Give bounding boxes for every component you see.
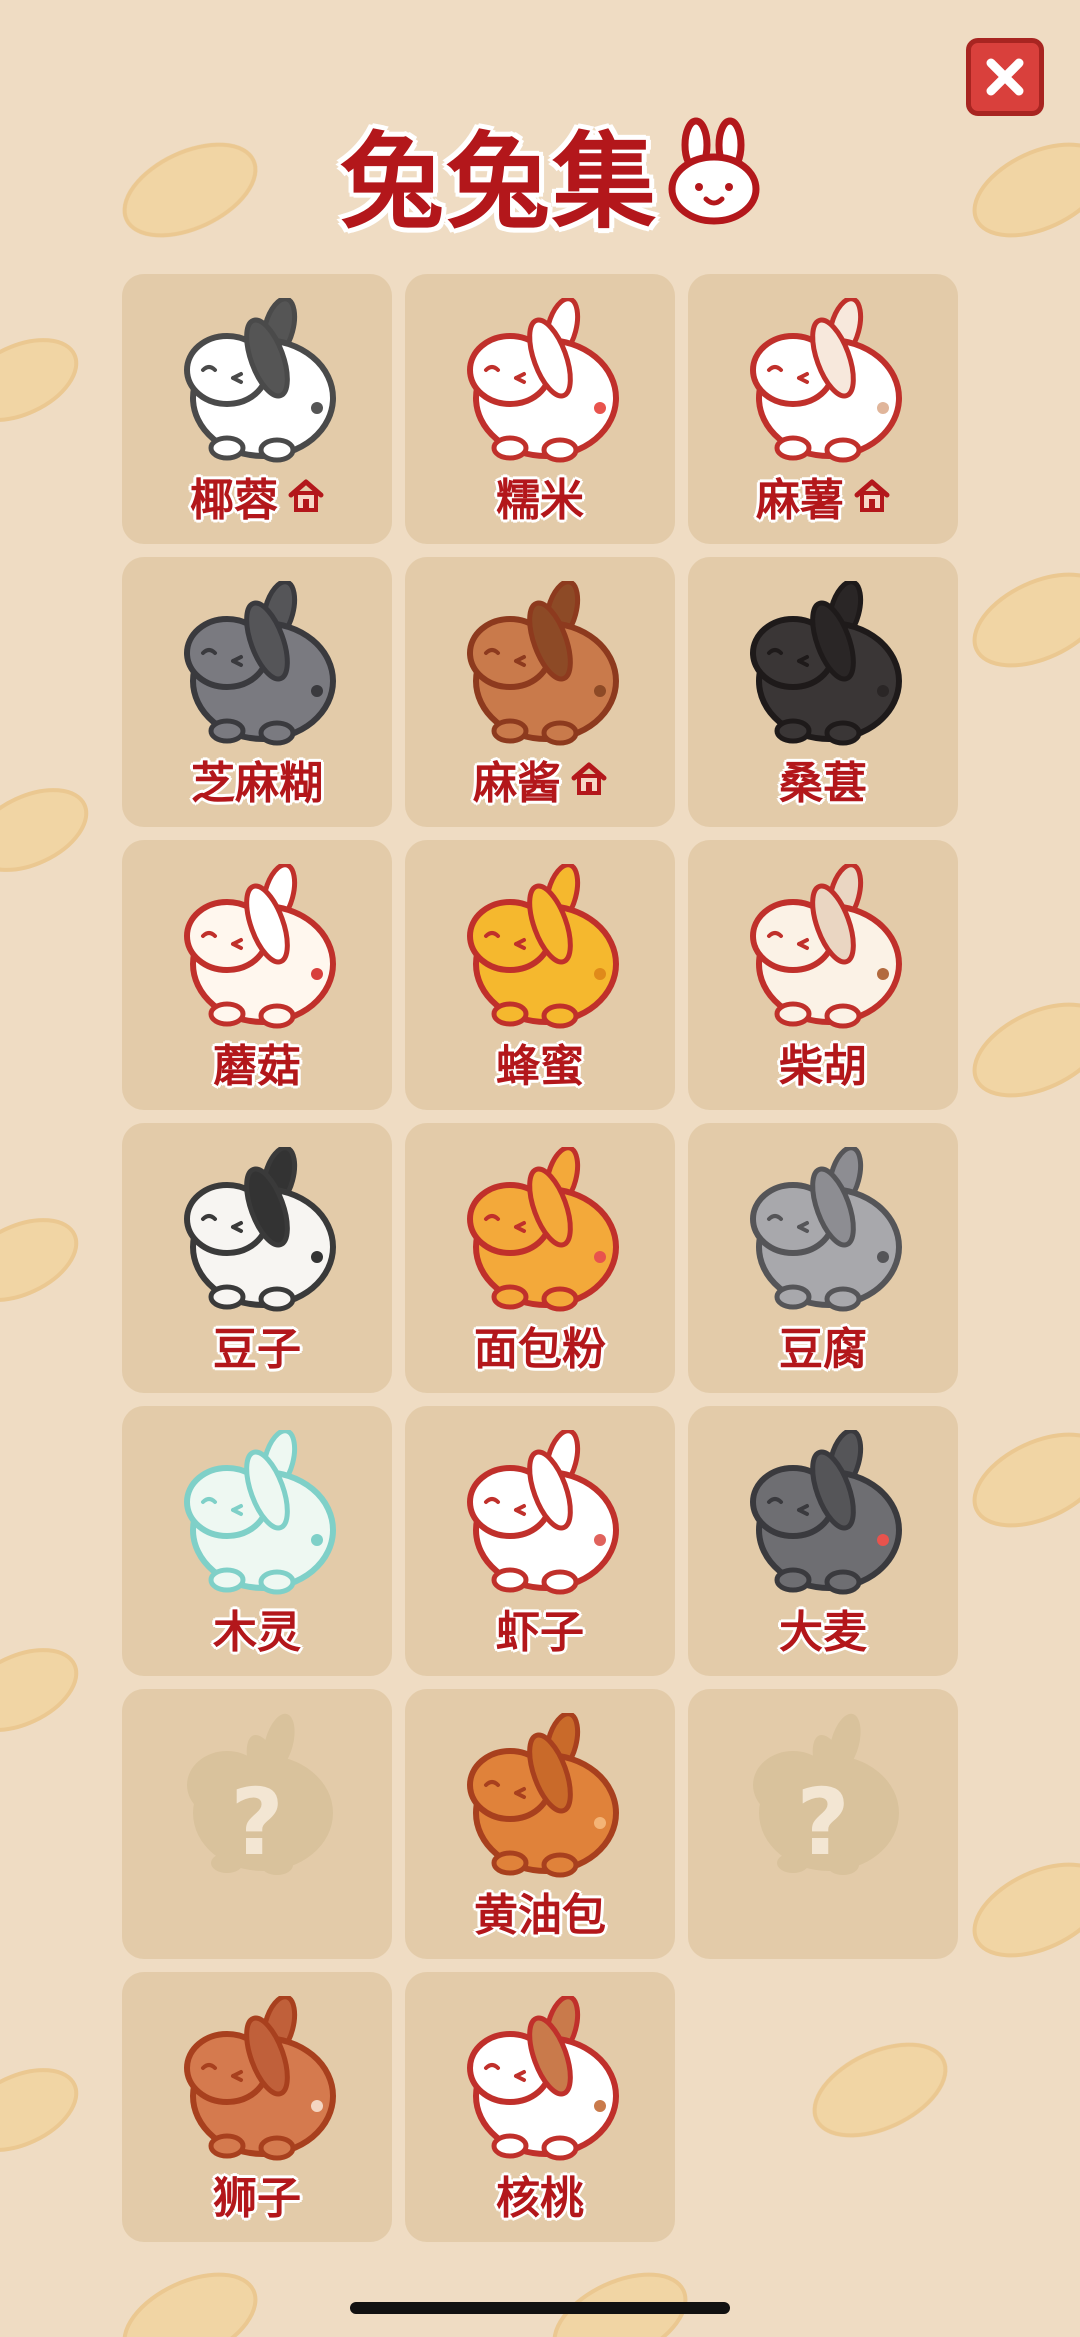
bunny-name-text: 糯米 [496, 475, 584, 526]
bunny-card[interactable]: 木灵 [122, 1406, 392, 1676]
close-button[interactable] [966, 38, 1044, 116]
bunny-name-label: 桑葚 [688, 747, 958, 811]
bunny-icon [750, 864, 902, 1029]
bunny-name-label: 麻薯 [688, 464, 958, 528]
question-mark-icon: ? [230, 1769, 284, 1876]
bunny-name-label: 蜂蜜 [405, 1030, 675, 1094]
bunny-card[interactable]: 核桃 [405, 1972, 675, 2242]
bunny-icon [467, 1147, 619, 1312]
bunny-name-text: 柴胡 [779, 1041, 867, 1092]
bunny-card[interactable]: 桑葚 [688, 557, 958, 827]
bunny-icon [467, 1713, 619, 1878]
bunny-name-text: 芝麻糊 [191, 758, 323, 809]
home-icon [571, 762, 607, 795]
bunny-icon [184, 1430, 336, 1595]
bunny-card[interactable]: 柴胡 [688, 840, 958, 1110]
bunny-card[interactable]: 麻薯 [688, 274, 958, 544]
bunny-icon [750, 581, 902, 746]
bunny-name-text: 豆子 [213, 1324, 301, 1375]
bunny-name-label: 大麦 [688, 1596, 958, 1660]
bunny-name-text: 蜂蜜 [496, 1041, 584, 1092]
bunny-collection-grid: 椰蓉 糯米 麻薯 芝麻糊 麻酱 桑葚 蘑菇 蜂蜜 柴胡 豆子 面包粉 豆腐 木灵… [122, 274, 959, 2242]
bunny-name-text: 大麦 [779, 1607, 867, 1658]
question-mark-icon: ? [796, 1769, 850, 1876]
bunny-name-text: 豆腐 [779, 1324, 867, 1375]
bunny-name-label: 木灵 [122, 1596, 392, 1660]
bunny-name-text: 麻酱 [473, 758, 561, 809]
bunny-card[interactable]: 蘑菇 [122, 840, 392, 1110]
bunny-name-label: 糯米 [405, 464, 675, 528]
bunny-name-label: 蘑菇 [122, 1030, 392, 1094]
bunny-icon [750, 1147, 902, 1312]
home-indicator [350, 2302, 730, 2314]
home-icon [854, 479, 890, 512]
bunny-card[interactable]: 豆腐 [688, 1123, 958, 1393]
close-icon [986, 58, 1024, 96]
bunny-name-label: 核桃 [405, 2162, 675, 2226]
bunny-icon [467, 1996, 619, 2161]
bunny-name-text: 虾子 [496, 1607, 584, 1658]
bunny-icon [467, 298, 619, 463]
bunny-card[interactable]: 虾子 [405, 1406, 675, 1676]
bunny-card[interactable]: 大麦 [688, 1406, 958, 1676]
home-icon [288, 479, 324, 512]
bunny-card[interactable]: 面包粉 [405, 1123, 675, 1393]
bunny-name-text: 狮子 [213, 2173, 301, 2224]
bunny-name-label: 芝麻糊 [122, 747, 392, 811]
title-text: 兔兔集 [340, 120, 659, 243]
locked-bunny-card[interactable]: ? [122, 1689, 392, 1959]
bunny-card[interactable]: 狮子 [122, 1972, 392, 2242]
bunny-icon [750, 298, 902, 463]
bunny-icon [184, 864, 336, 1029]
bunny-card[interactable]: 豆子 [122, 1123, 392, 1393]
bunny-icon [750, 1430, 902, 1595]
bunny-icon [184, 1996, 336, 2161]
bunny-icon [467, 864, 619, 1029]
bunny-name-text: 面包粉 [474, 1324, 606, 1375]
page-title: 兔兔集 [340, 112, 764, 243]
bunny-name-text: 麻薯 [756, 475, 844, 526]
bunny-name-label: 面包粉 [405, 1313, 675, 1377]
bunny-card[interactable]: 麻酱 [405, 557, 675, 827]
locked-bunny-card[interactable]: ? [688, 1689, 958, 1959]
bunny-icon [184, 581, 336, 746]
bunny-name-label: 椰蓉 [122, 464, 392, 528]
bunny-name-label: 豆子 [122, 1313, 392, 1377]
bunny-name-label: 柴胡 [688, 1030, 958, 1094]
bunny-name-text: 木灵 [213, 1607, 301, 1658]
bunny-name-label: 黄油包 [405, 1879, 675, 1943]
bunny-name-label: 麻酱 [405, 747, 675, 811]
bunny-name-label: 豆腐 [688, 1313, 958, 1377]
bunny-name-text: 黄油包 [474, 1890, 606, 1941]
bunny-card[interactable]: 芝麻糊 [122, 557, 392, 827]
bunny-card[interactable]: 糯米 [405, 274, 675, 544]
bunny-face-icon [668, 117, 760, 225]
bunny-name-text: 椰蓉 [190, 475, 278, 526]
bunny-card[interactable]: 椰蓉 [122, 274, 392, 544]
bunny-card[interactable]: 黄油包 [405, 1689, 675, 1959]
bunny-name-text: 核桃 [496, 2173, 584, 2224]
bunny-name-label: 狮子 [122, 2162, 392, 2226]
bunny-name-text: 桑葚 [779, 758, 867, 809]
bunny-name-text: 蘑菇 [213, 1041, 301, 1092]
bunny-icon [184, 298, 336, 463]
bunny-icon [467, 1430, 619, 1595]
bunny-card[interactable]: 蜂蜜 [405, 840, 675, 1110]
bunny-icon [184, 1147, 336, 1312]
bunny-name-label: 虾子 [405, 1596, 675, 1660]
bunny-icon [467, 581, 619, 746]
